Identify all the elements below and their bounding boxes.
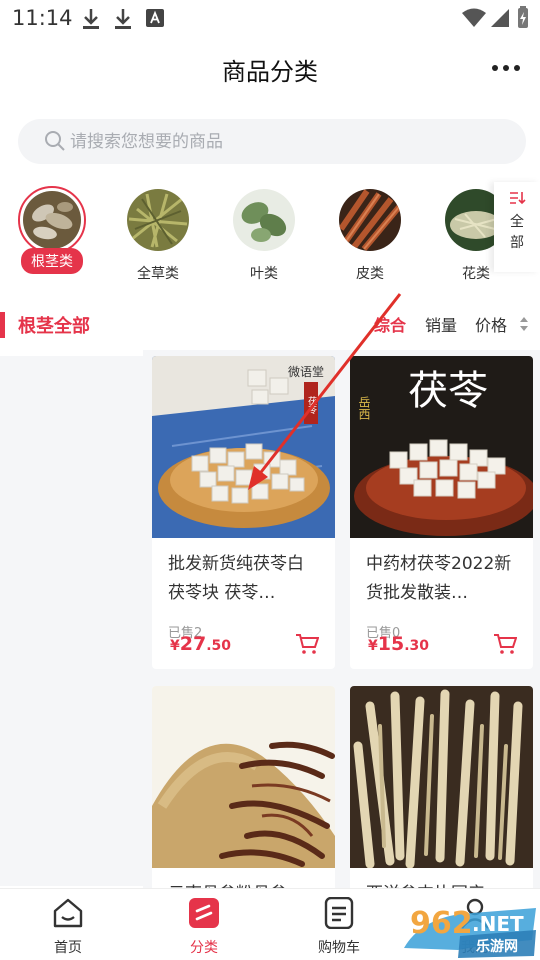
product-image bbox=[152, 686, 335, 868]
product-image: 茯苓 岳西 bbox=[350, 356, 533, 538]
price-integer: 15 bbox=[377, 633, 405, 655]
add-to-cart-icon[interactable] bbox=[493, 633, 517, 655]
root-image bbox=[23, 191, 81, 249]
all-categories-button[interactable]: 全部 bbox=[494, 182, 540, 272]
price-integer: 27 bbox=[179, 633, 207, 655]
category-image bbox=[127, 189, 189, 251]
category-leaf[interactable]: 叶类 bbox=[214, 182, 314, 283]
product-price: ¥27.50 bbox=[170, 633, 231, 655]
all-categories-label: 全部 bbox=[510, 214, 524, 251]
status-bar: 11:14 bbox=[0, 0, 540, 36]
product-card[interactable]: 微语堂 茯苓 批发新货纯茯苓白茯苓块 茯苓… 已售2 ¥27.50 bbox=[152, 356, 335, 669]
site-watermark: 962 .NET 乐游网 bbox=[400, 900, 540, 958]
nav-category[interactable]: 分类 bbox=[164, 897, 244, 957]
download-icon bbox=[83, 9, 99, 29]
category-image bbox=[18, 186, 86, 254]
product-image bbox=[350, 686, 533, 868]
product-name: 批发新货纯茯苓白茯苓块 茯苓… bbox=[168, 554, 304, 603]
dot bbox=[503, 65, 509, 71]
cart-list-icon bbox=[324, 896, 354, 930]
sort-comprehensive[interactable]: 综合 bbox=[374, 312, 406, 336]
nav-cart[interactable]: 购物车 bbox=[299, 896, 379, 957]
poria-bowl-image: 微语堂 茯苓 bbox=[152, 356, 335, 538]
nav-label: 分类 bbox=[190, 940, 218, 956]
battery-icon bbox=[518, 6, 528, 28]
filter-list-icon bbox=[510, 192, 526, 205]
status-time: 11:14 bbox=[12, 6, 73, 30]
category-label: 根茎类 bbox=[21, 248, 83, 274]
watermark-number: 962 bbox=[410, 906, 473, 941]
nav-label: 购物车 bbox=[318, 940, 360, 956]
category-image bbox=[233, 189, 295, 251]
wifi-icon bbox=[462, 8, 486, 27]
dot bbox=[492, 65, 498, 71]
category-strip: 根茎类 全草类 叶类 皮类 花类 全部 bbox=[0, 182, 540, 282]
price-symbol: ¥ bbox=[170, 638, 180, 654]
leaf-image bbox=[233, 189, 295, 251]
salvia-powder-image bbox=[152, 686, 335, 868]
search-bar[interactable] bbox=[18, 119, 526, 164]
keyboard-a-icon bbox=[146, 9, 164, 27]
price-decimal: .50 bbox=[206, 638, 232, 654]
bark-image bbox=[339, 189, 401, 251]
poria-bowl-image: 茯苓 岳西 bbox=[350, 356, 533, 538]
watermark-site-name: 乐游网 bbox=[476, 939, 518, 955]
svg-text:茯苓: 茯苓 bbox=[408, 368, 488, 414]
product-price: ¥15.30 bbox=[368, 633, 429, 655]
subcategory-pane bbox=[0, 356, 143, 886]
product-name: 中药材茯苓2022新货批发散装… bbox=[366, 554, 512, 603]
product-image: 微语堂 茯苓 bbox=[152, 356, 335, 538]
section-title: 根茎全部 bbox=[18, 316, 90, 337]
category-bark[interactable]: 皮类 bbox=[320, 182, 420, 283]
svg-text:茯苓: 茯苓 bbox=[306, 395, 317, 415]
category-label: 花类 bbox=[462, 266, 490, 282]
ginseng-roots-image bbox=[350, 686, 533, 868]
product-card[interactable]: 云南丹参粉丹参… bbox=[152, 686, 335, 896]
home-icon bbox=[53, 898, 83, 928]
category-label: 皮类 bbox=[356, 266, 384, 282]
category-herb[interactable]: 全草类 bbox=[108, 182, 208, 283]
price-symbol: ¥ bbox=[368, 638, 378, 654]
svg-text:微语堂: 微语堂 bbox=[288, 365, 324, 379]
category-label: 全草类 bbox=[137, 266, 179, 282]
nav-home[interactable]: 首页 bbox=[28, 897, 108, 957]
herb-image bbox=[127, 189, 189, 251]
category-icon bbox=[189, 898, 219, 928]
product-card[interactable]: 茯苓 岳西 中药材茯苓2022新货批发散装… 已售0 ¥15.30 bbox=[350, 356, 533, 669]
section-accent-bar bbox=[0, 312, 5, 338]
search-icon bbox=[45, 131, 65, 151]
sort-updown-icon[interactable] bbox=[518, 315, 530, 333]
page-title: 商品分类 bbox=[222, 58, 318, 86]
dot bbox=[514, 65, 520, 71]
download-icon bbox=[115, 9, 131, 29]
price-decimal: .30 bbox=[404, 638, 430, 654]
header: 商品分类 bbox=[0, 36, 540, 100]
add-to-cart-icon[interactable] bbox=[295, 633, 319, 655]
category-label: 叶类 bbox=[250, 266, 278, 282]
section-header: 根茎全部 综合 销量 价格 bbox=[0, 300, 540, 350]
nav-label: 首页 bbox=[54, 940, 82, 956]
sort-price[interactable]: 价格 bbox=[475, 312, 507, 336]
more-options-button[interactable] bbox=[486, 50, 526, 86]
category-root[interactable]: 根茎类 bbox=[2, 182, 102, 280]
search-input[interactable] bbox=[70, 119, 490, 164]
product-card[interactable]: 西洋参支片国产… bbox=[350, 686, 533, 896]
svg-text:岳西: 岳西 bbox=[357, 396, 371, 420]
category-image bbox=[339, 189, 401, 251]
signal-icon bbox=[491, 9, 509, 27]
sort-sales[interactable]: 销量 bbox=[425, 312, 457, 336]
watermark-suffix: .NET bbox=[472, 912, 524, 936]
